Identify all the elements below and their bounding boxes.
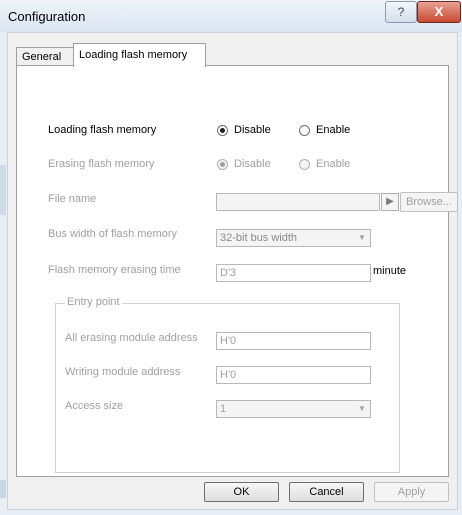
tab-panel: Loading flash memory Disable Enable Eras…	[16, 65, 458, 477]
writing-address-label: Writing module address	[65, 366, 181, 378]
erase-time-unit: minute	[373, 265, 407, 277]
help-button[interactable]: ?	[385, 1, 417, 23]
writing-address-input[interactable]: H'0	[216, 366, 371, 384]
loading-disable-label[interactable]: Disable	[234, 124, 271, 136]
tab-general[interactable]: General	[16, 47, 74, 65]
access-size-label: Access size	[65, 400, 124, 412]
window-title: Configuration	[8, 9, 86, 24]
all-erasing-address-input[interactable]: H'0	[216, 332, 371, 350]
browse-arrow-button[interactable]: ▶	[381, 193, 399, 211]
dialog-client-area: General Loading flash memory Loading fla…	[7, 32, 458, 510]
window-edge-decoration	[0, 480, 6, 498]
cancel-button[interactable]: Cancel	[289, 482, 364, 502]
entry-point-title: Entry point	[65, 296, 122, 308]
loading-enable-radio[interactable]	[299, 125, 310, 136]
title-bar[interactable]: Configuration ? X	[0, 0, 462, 32]
tab-loading-flash-memory[interactable]: Loading flash memory	[73, 43, 206, 67]
close-button[interactable]: X	[417, 1, 461, 23]
all-erasing-address-label: All erasing module address	[65, 332, 198, 344]
chevron-down-icon: ▼	[358, 404, 366, 413]
erase-time-label: Flash memory erasing time	[48, 264, 181, 276]
bus-width-label: Bus width of flash memory	[48, 228, 177, 240]
access-size-value: 1	[220, 403, 227, 415]
erase-time-input[interactable]: D'3	[216, 264, 371, 282]
file-name-input[interactable]	[216, 193, 380, 211]
chevron-down-icon: ▼	[358, 233, 366, 242]
window-edge-decoration	[0, 165, 6, 215]
bus-width-value: 32-bit bus width	[220, 232, 298, 244]
erasing-flash-memory-label: Erasing flash memory	[48, 158, 155, 170]
loading-enable-label[interactable]: Enable	[316, 124, 350, 136]
access-size-select[interactable]: 1 ▼	[216, 400, 371, 418]
help-icon: ?	[397, 5, 405, 19]
browse-button[interactable]: Browse...	[400, 192, 458, 212]
loading-flash-memory-label: Loading flash memory	[48, 124, 157, 136]
ok-button[interactable]: OK	[204, 482, 279, 502]
erasing-disable-radio[interactable]	[217, 159, 228, 170]
close-icon: X	[434, 4, 444, 19]
bus-width-select[interactable]: 32-bit bus width ▼	[216, 229, 371, 247]
apply-button[interactable]: Apply	[374, 482, 449, 502]
loading-disable-radio[interactable]	[217, 125, 228, 136]
erasing-enable-label[interactable]: Enable	[316, 158, 350, 170]
configuration-dialog: Configuration ? X General Loading flash …	[0, 0, 462, 515]
play-arrow-icon: ▶	[386, 196, 394, 207]
entry-point-group	[55, 303, 400, 473]
erasing-enable-radio[interactable]	[299, 159, 310, 170]
file-name-label: File name	[48, 193, 97, 205]
erasing-disable-label[interactable]: Disable	[234, 158, 271, 170]
